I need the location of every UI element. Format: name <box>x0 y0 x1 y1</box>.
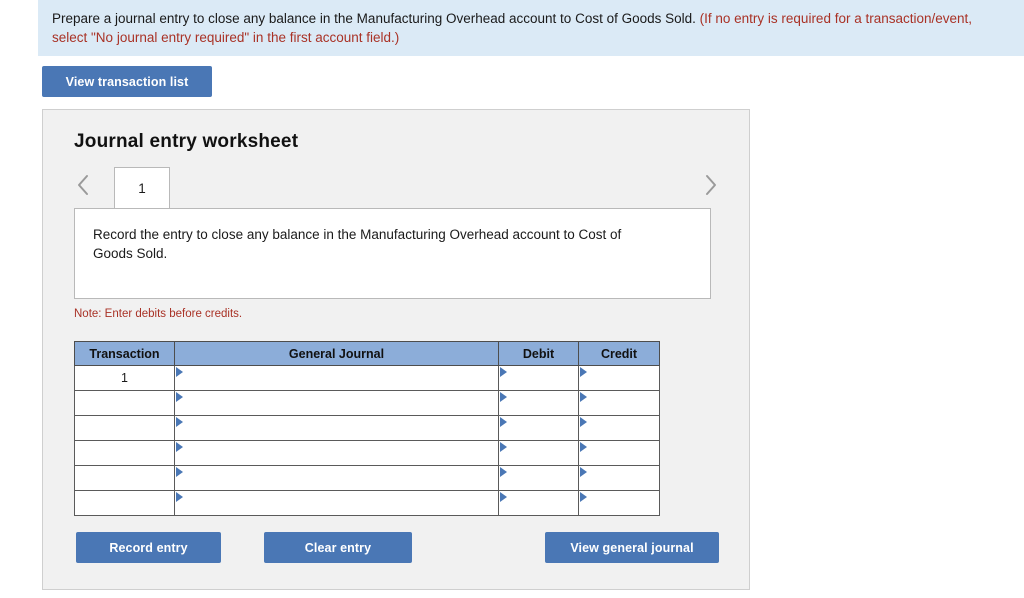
cell-debit[interactable] <box>499 391 579 416</box>
cell-debit[interactable] <box>499 441 579 466</box>
cell-credit[interactable] <box>579 466 660 491</box>
chevron-right-icon[interactable] <box>702 172 720 198</box>
clear-entry-button[interactable]: Clear entry <box>264 532 412 563</box>
cell-credit[interactable] <box>579 416 660 441</box>
dropdown-triangle-icon <box>580 392 587 402</box>
dropdown-triangle-icon <box>176 442 183 452</box>
dropdown-triangle-icon <box>500 392 507 402</box>
instruction-banner-main: Prepare a journal entry to close any bal… <box>52 11 700 26</box>
table-row <box>75 466 660 491</box>
cell-general-journal[interactable] <box>175 416 499 441</box>
cell-transaction[interactable]: 1 <box>75 366 175 391</box>
table-row: 1 <box>75 366 660 391</box>
view-general-journal-button[interactable]: View general journal <box>545 532 719 563</box>
cell-general-journal[interactable] <box>175 491 499 516</box>
dropdown-triangle-icon <box>500 467 507 477</box>
table-row <box>75 491 660 516</box>
table-row <box>75 391 660 416</box>
column-header-transaction: Transaction <box>75 342 175 366</box>
cell-credit[interactable] <box>579 391 660 416</box>
worksheet-tab-1[interactable]: 1 <box>114 167 170 209</box>
debits-before-credits-note: Note: Enter debits before credits. <box>74 308 242 320</box>
dropdown-triangle-icon <box>176 492 183 502</box>
table-row <box>75 441 660 466</box>
journal-entry-worksheet-panel: Journal entry worksheet 1 Record the ent… <box>42 109 750 590</box>
cell-debit[interactable] <box>499 416 579 441</box>
dropdown-triangle-icon <box>500 442 507 452</box>
worksheet-instruction-box: Record the entry to close any balance in… <box>74 208 711 299</box>
cell-general-journal[interactable] <box>175 366 499 391</box>
dropdown-triangle-icon <box>176 467 183 477</box>
instruction-banner-text: Prepare a journal entry to close any bal… <box>52 9 1010 47</box>
dropdown-triangle-icon <box>580 367 587 377</box>
column-header-general-journal: General Journal <box>175 342 499 366</box>
cell-transaction[interactable] <box>75 441 175 466</box>
worksheet-instruction-text: Record the entry to close any balance in… <box>93 225 653 263</box>
worksheet-title: Journal entry worksheet <box>74 131 298 153</box>
cell-general-journal[interactable] <box>175 441 499 466</box>
cell-debit[interactable] <box>499 491 579 516</box>
dropdown-triangle-icon <box>500 492 507 502</box>
dropdown-triangle-icon <box>580 492 587 502</box>
dropdown-triangle-icon <box>580 467 587 477</box>
cell-transaction[interactable] <box>75 416 175 441</box>
dropdown-triangle-icon <box>580 442 587 452</box>
chevron-left-icon[interactable] <box>74 172 92 198</box>
cell-transaction[interactable] <box>75 391 175 416</box>
cell-transaction[interactable] <box>75 491 175 516</box>
cell-debit[interactable] <box>499 466 579 491</box>
cell-general-journal[interactable] <box>175 391 499 416</box>
cell-debit[interactable] <box>499 366 579 391</box>
dropdown-triangle-icon <box>176 417 183 427</box>
table-row <box>75 416 660 441</box>
column-header-debit: Debit <box>499 342 579 366</box>
dropdown-triangle-icon <box>500 417 507 427</box>
column-header-credit: Credit <box>579 342 660 366</box>
dropdown-triangle-icon <box>176 392 183 402</box>
dropdown-triangle-icon <box>176 367 183 377</box>
worksheet-tab-strip: 1 <box>74 165 720 209</box>
table-header-row: Transaction General Journal Debit Credit <box>75 342 660 366</box>
cell-credit[interactable] <box>579 366 660 391</box>
journal-entry-table: Transaction General Journal Debit Credit… <box>74 341 660 516</box>
instruction-banner: Prepare a journal entry to close any bal… <box>38 0 1024 56</box>
cell-transaction[interactable] <box>75 466 175 491</box>
cell-general-journal[interactable] <box>175 466 499 491</box>
cell-credit[interactable] <box>579 491 660 516</box>
view-transaction-list-button[interactable]: View transaction list <box>42 66 212 97</box>
dropdown-triangle-icon <box>580 417 587 427</box>
cell-credit[interactable] <box>579 441 660 466</box>
record-entry-button[interactable]: Record entry <box>76 532 221 563</box>
dropdown-triangle-icon <box>500 367 507 377</box>
